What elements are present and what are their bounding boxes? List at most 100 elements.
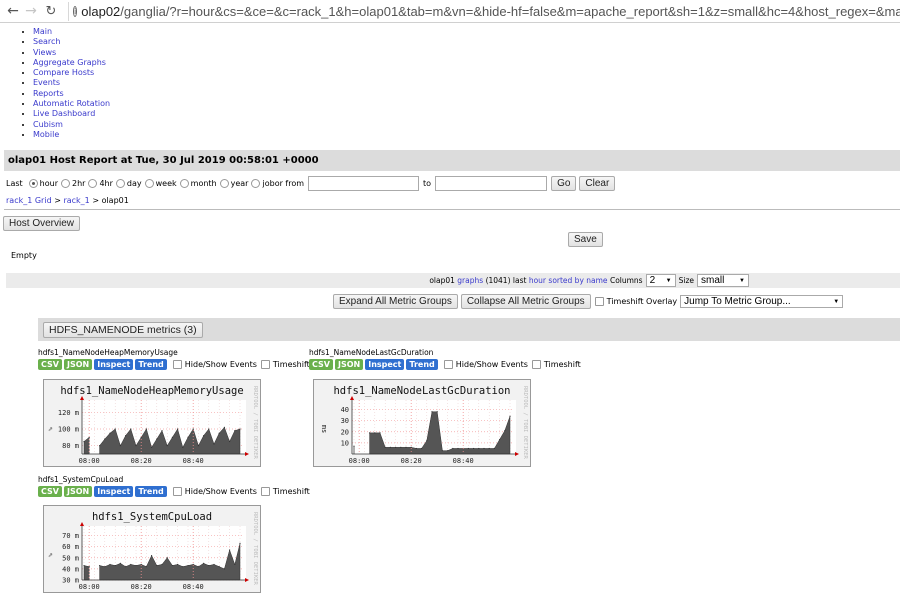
radio-week-label: week [155,179,177,188]
go-button[interactable]: Go [551,176,577,191]
menu-views[interactable]: Views [33,48,56,57]
timeshift-checkbox[interactable] [260,360,270,369]
address-bar[interactable]: i olap02/ganglia/?r=hour&cs=&ce=&c=rack_… [68,2,900,21]
jump-to-metric-group-select[interactable]: Jump To Metric Group... ▼ [680,295,844,308]
graph-image[interactable]: hdfs1_SystemCpuLoad RRDTOOL / TOBI OETIKE… [43,505,261,593]
json-button[interactable]: JSON [334,359,364,370]
data-point [203,435,205,437]
graph-image[interactable]: hdfs1_NameNodeLastGcDuration RRDTOOL / TO… [313,379,531,467]
trend-button[interactable]: Trend [406,359,438,370]
menu-compare-hosts[interactable]: Compare Hosts [33,68,94,77]
jump-to-placeholder: Jump To Metric Group... [684,296,791,307]
chart-title: hdfs1_SystemCpuLoad [92,511,212,523]
radio-week[interactable] [144,179,154,188]
rrdtool-watermark: RRDTOOL / TOBI OETIKER [522,386,528,460]
hide-show-events-checkbox[interactable] [172,360,182,369]
inspect-button[interactable]: Inspect [94,486,134,497]
data-point [177,563,179,566]
trend-button[interactable]: Trend [135,486,167,497]
radio-year-label: year [230,179,249,188]
graph-image[interactable]: hdfs1_NameNodeHeapMemoryUsage RRDTOOL / T… [43,379,261,467]
info-icon[interactable]: i [73,6,78,17]
data-point [395,446,397,448]
data-point [509,415,511,417]
data-point [504,430,506,432]
data-point [197,445,199,447]
data-point [161,430,163,432]
menu-automatic-rotation[interactable]: Automatic Rotation [33,99,110,108]
json-button[interactable]: JSON [63,359,93,370]
json-button[interactable]: JSON [63,486,93,497]
sorted-by-link[interactable]: sorted by [548,276,583,285]
csv-button[interactable]: CSV [309,359,333,370]
menu-live-dashboard[interactable]: Live Dashboard [33,109,95,118]
radio-month[interactable] [179,179,189,188]
csv-button[interactable]: CSV [38,486,62,497]
breadcrumb-grid[interactable]: rack_1 Grid [6,196,52,205]
data-point [125,566,127,568]
menu-aggregate-graphs[interactable]: Aggregate Graphs [33,58,106,67]
radio-job[interactable] [251,179,261,188]
menu-cubism[interactable]: Cubism [33,120,63,129]
to-date-input[interactable] [435,176,548,191]
data-point [119,445,121,447]
divider [4,209,900,210]
hide-show-events-checkbox[interactable] [172,487,182,496]
size-value: small [701,275,725,286]
inspect-button[interactable]: Inspect [365,359,405,370]
chart-title: hdfs1_NameNodeLastGcDuration [333,385,510,397]
radio-hour[interactable] [28,179,38,188]
x-tick-label: 08:40 [183,583,204,591]
range-link[interactable]: hour [529,276,546,285]
data-point [187,564,189,567]
breadcrumb-separator: > [92,196,100,205]
radio-2hr[interactable] [61,179,70,188]
from-date-input[interactable] [308,176,420,191]
host-overview-button[interactable]: Host Overview [3,216,81,231]
trend-button[interactable]: Trend [135,359,167,370]
data-point [208,564,210,567]
collapse-all-button[interactable]: Collapse All Metric Groups [460,294,591,309]
menu-mobile[interactable]: Mobile [33,130,59,139]
reload-icon[interactable]: ↻ [42,4,60,19]
data-point [145,566,147,568]
timeshift-checkbox[interactable] [260,487,270,496]
graphs-link[interactable]: graphs [457,276,483,285]
data-point [452,447,454,450]
chart-title: hdfs1_NameNodeHeapMemoryUsage [60,385,243,397]
radio-day[interactable] [115,179,125,188]
data-point [436,411,438,413]
metric-group-toggle-button[interactable]: HDFS_NAMENODE metrics (3) [43,322,203,338]
x-axis-arrow [245,452,249,456]
forward-icon[interactable]: → [22,3,40,19]
size-select[interactable]: small ▼ [697,274,749,287]
save-button[interactable]: Save [568,232,603,247]
data-point [213,443,215,445]
menu-search[interactable]: Search [33,37,60,46]
radio-4hr[interactable] [88,179,98,188]
menu-events[interactable]: Events [33,78,60,87]
data-point [441,450,443,452]
inspect-button[interactable]: Inspect [94,359,134,370]
sort-key-link[interactable]: name [586,276,607,285]
breadcrumb-cluster[interactable]: rack_1 [63,196,89,205]
hide-show-events-checkbox[interactable] [443,360,453,369]
timeshift-overlay-checkbox[interactable] [594,297,604,306]
data-point [83,440,85,443]
back-icon[interactable]: ← [4,3,22,19]
x-tick-label: 08:40 [453,457,474,465]
columns-select[interactable]: 2 ▼ [645,274,676,287]
csv-button[interactable]: CSV [38,359,62,370]
graph-block: hdfs1_NameNodeLastGcDuration CSV JSON In… [309,348,581,370]
timeshift-checkbox[interactable] [531,360,541,369]
radio-year[interactable] [219,179,229,188]
columns-label: Columns [609,276,643,285]
last-label: Last [6,179,23,188]
y-tick-label: 60 m [62,543,79,551]
menu-main[interactable]: Main [33,27,52,36]
menu-reports[interactable]: Reports [33,89,64,98]
data-point [151,554,153,557]
data-point [192,563,194,566]
expand-all-button[interactable]: Expand All Metric Groups [333,294,458,309]
clear-button[interactable]: Clear [579,176,616,191]
